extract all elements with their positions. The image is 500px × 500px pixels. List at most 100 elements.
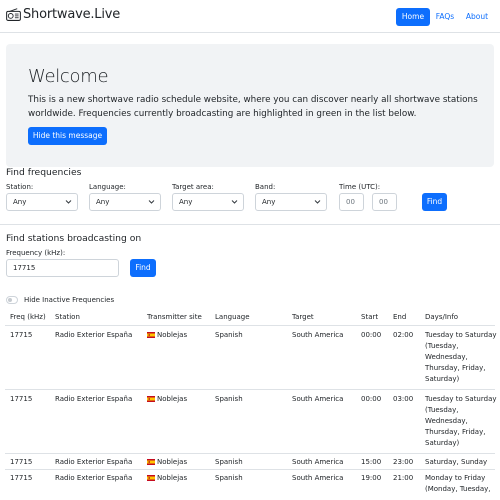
cell-transmitter-site: Noblejas bbox=[147, 457, 187, 468]
days-info-line: Wednesday, bbox=[425, 417, 468, 425]
cell-freq: 17715 bbox=[10, 457, 32, 468]
cell-station-text: Radio Exterior España bbox=[55, 331, 133, 339]
find-stations-title: Find stations broadcasting on bbox=[6, 233, 142, 244]
chevron-down-icon bbox=[65, 200, 72, 204]
nav-about-link[interactable]: About bbox=[464, 8, 490, 26]
hide-message-button[interactable]: Hide this message bbox=[28, 127, 107, 145]
language-select-value: Any bbox=[96, 198, 110, 206]
time-from-input[interactable]: 00 bbox=[339, 193, 364, 211]
target-area-label: Target area: bbox=[172, 183, 214, 191]
cell-freq-text: 17715 bbox=[10, 331, 33, 339]
days-info-line: Monday to Friday bbox=[425, 474, 486, 482]
cell-freq-text: 17715 bbox=[10, 458, 33, 466]
cell-target-text: South America bbox=[292, 331, 344, 339]
hide-inactive-label: Hide Inactive Frequencies bbox=[24, 296, 115, 304]
brand[interactable]: Shortwave.Live bbox=[6, 7, 120, 22]
time-label: Time (UTC): bbox=[339, 183, 381, 191]
cell-end: 23:00 bbox=[393, 457, 413, 468]
cell-freq: 17715 bbox=[10, 473, 32, 484]
cell-language: Spanish bbox=[215, 330, 243, 341]
station-select-value: Any bbox=[13, 198, 27, 206]
cell-target: South America bbox=[292, 457, 343, 468]
cell-language-text: Spanish bbox=[215, 395, 243, 403]
cell-station-text: Radio Exterior España bbox=[55, 395, 133, 403]
days-info-line: Thursday, Friday, bbox=[425, 364, 486, 372]
cell-transmitter-site: Noblejas bbox=[147, 330, 187, 341]
chevron-down-icon bbox=[148, 200, 155, 204]
cell-days-info: Tuesday to Saturday (Tuesday, Wednesday, Th… bbox=[425, 330, 497, 385]
target-area-select[interactable]: Any bbox=[172, 193, 244, 211]
days-info-line: Saturday) bbox=[425, 375, 460, 383]
cell-start-text: 19:00 bbox=[361, 474, 382, 482]
nav-home-button[interactable]: Home bbox=[396, 8, 430, 26]
spain-flag-icon bbox=[147, 331, 155, 338]
cell-end: 02:00 bbox=[393, 330, 413, 341]
table-row-divider bbox=[5, 469, 495, 470]
cell-station: Radio Exterior España bbox=[55, 473, 132, 484]
column-header-freq: Freq (kHz) bbox=[10, 313, 46, 321]
column-header-transmitter-site: Transmitter site bbox=[147, 313, 202, 321]
find-frequencies-button[interactable]: Find bbox=[422, 193, 447, 211]
cell-start: 15:00 bbox=[361, 457, 381, 468]
days-info-line: Thursday, Friday, bbox=[425, 428, 486, 436]
cell-transmitter-site: Noblejas bbox=[147, 394, 187, 405]
frequency-input[interactable]: 17715 bbox=[6, 259, 119, 277]
cell-freq-text: 17715 bbox=[10, 395, 33, 403]
cell-end-text: 21:00 bbox=[393, 474, 414, 482]
station-select[interactable]: Any bbox=[6, 193, 78, 211]
radio-icon bbox=[6, 8, 21, 21]
column-header-target: Target bbox=[292, 313, 314, 321]
divider bbox=[0, 224, 500, 225]
cell-start: 00:00 bbox=[361, 394, 381, 405]
cell-transmitter-site: Noblejas bbox=[147, 473, 187, 484]
cell-start-text: 00:00 bbox=[361, 331, 382, 339]
cell-target: South America bbox=[292, 394, 343, 405]
cell-end-text: 02:00 bbox=[393, 331, 414, 339]
nav-faqs-link[interactable]: FAQs bbox=[434, 8, 456, 26]
chevron-down-icon bbox=[314, 200, 321, 204]
cell-target-text: South America bbox=[292, 458, 344, 466]
table-header-divider bbox=[5, 325, 495, 326]
days-info-line: Tuesday to Saturday bbox=[425, 395, 497, 403]
cell-language: Spanish bbox=[215, 473, 243, 484]
cell-freq-text: 17715 bbox=[10, 474, 33, 482]
language-select[interactable]: Any bbox=[89, 193, 161, 211]
cell-language: Spanish bbox=[215, 457, 243, 468]
find-stations-button[interactable]: Find bbox=[130, 259, 156, 277]
cell-target: South America bbox=[292, 473, 343, 484]
cell-target-text: South America bbox=[292, 474, 344, 482]
cell-language-text: Spanish bbox=[215, 474, 243, 482]
cell-start: 00:00 bbox=[361, 330, 381, 341]
brand-name: Shortwave.Live bbox=[23, 7, 121, 22]
column-header-station: Station bbox=[55, 313, 80, 321]
days-info-line: Tuesday to Saturday bbox=[425, 331, 497, 339]
cell-days-info: Monday to Friday (Monday, Tuesday, bbox=[425, 473, 497, 495]
cell-transmitter-site-text: Noblejas bbox=[157, 331, 188, 339]
welcome-panel: Welcome This is a new shortwave radio sc… bbox=[6, 44, 494, 167]
hide-inactive-toggle[interactable] bbox=[6, 296, 18, 304]
cell-language: Spanish bbox=[215, 394, 243, 405]
days-info-line: Wednesday, bbox=[425, 353, 468, 361]
navbar: Shortwave.Live Home FAQs About bbox=[0, 0, 500, 33]
station-label: Station: bbox=[6, 183, 34, 191]
cell-days-info: Saturday, Sunday bbox=[425, 457, 497, 468]
table-row-divider bbox=[5, 389, 495, 390]
spain-flag-icon bbox=[147, 474, 155, 481]
cell-start: 19:00 bbox=[361, 473, 381, 484]
cell-start-text: 15:00 bbox=[361, 458, 382, 466]
cell-freq: 17715 bbox=[10, 394, 32, 405]
cell-station: Radio Exterior España bbox=[55, 330, 132, 341]
cell-end-text: 23:00 bbox=[393, 458, 414, 466]
cell-station: Radio Exterior España bbox=[55, 394, 132, 405]
cell-end: 03:00 bbox=[393, 394, 413, 405]
cell-start-text: 00:00 bbox=[361, 395, 382, 403]
cell-station-text: Radio Exterior España bbox=[55, 474, 133, 482]
band-select[interactable]: Any bbox=[255, 193, 327, 211]
cell-end: 21:00 bbox=[393, 473, 413, 484]
cell-target-text: South America bbox=[292, 395, 344, 403]
cell-days-info: Tuesday to Saturday (Tuesday, Wednesday, Th… bbox=[425, 394, 497, 449]
cell-transmitter-site-text: Noblejas bbox=[157, 458, 188, 466]
time-to-input[interactable]: 00 bbox=[372, 193, 397, 211]
cell-language-text: Spanish bbox=[215, 458, 243, 466]
spain-flag-icon bbox=[147, 458, 155, 465]
